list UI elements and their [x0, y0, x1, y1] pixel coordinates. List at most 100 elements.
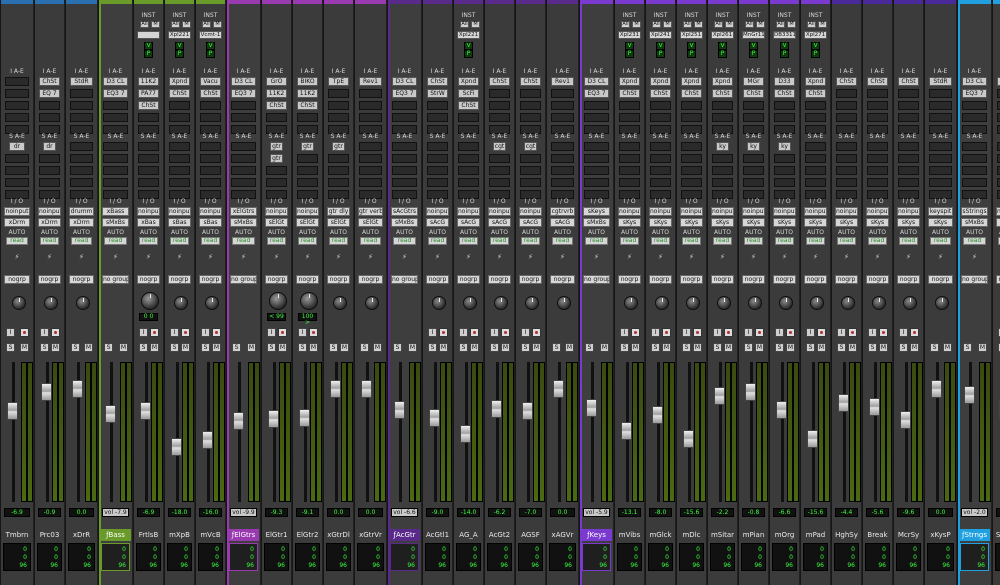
volume-fader[interactable]: [522, 402, 533, 421]
input-selector[interactable]: noinput: [4, 207, 30, 216]
output-selector[interactable]: sKys: [897, 218, 920, 227]
send-slot[interactable]: [427, 154, 448, 163]
insert-slot[interactable]: [489, 113, 510, 122]
volume-readout[interactable]: -8.0: [649, 508, 672, 517]
insert-slot[interactable]: [520, 113, 541, 122]
automation-mode[interactable]: read: [651, 237, 670, 245]
send-slot[interactable]: [898, 154, 919, 163]
record-arm-button[interactable]: [278, 328, 287, 337]
send-slot[interactable]: [551, 142, 574, 151]
velocity-p-button[interactable]: P: [780, 50, 789, 58]
insert-slot[interactable]: [520, 101, 541, 110]
automation-mode[interactable]: read: [713, 237, 732, 245]
input-selector[interactable]: noinput: [199, 207, 222, 216]
send-slot[interactable]: [836, 142, 857, 151]
volume-fader[interactable]: [140, 402, 151, 421]
input-selector[interactable]: noinput: [680, 207, 703, 216]
record-arm-button[interactable]: [309, 328, 318, 337]
pan-knob[interactable]: [717, 296, 731, 310]
velocity-p-button[interactable]: P: [718, 50, 727, 58]
group-selector[interactable]: nogrp: [711, 275, 734, 284]
volume-readout[interactable]: vol -7.9: [102, 508, 129, 517]
track-name[interactable]: AG_A: [455, 529, 482, 541]
insert-slot[interactable]: [70, 113, 93, 122]
volume-fader[interactable]: [714, 387, 725, 406]
record-arm-button[interactable]: [631, 328, 640, 337]
pan-knob[interactable]: [333, 296, 347, 310]
volume-fader[interactable]: [964, 386, 975, 405]
midi-all-button[interactable]: All: [652, 21, 661, 28]
insert-slot[interactable]: D3 CL: [584, 77, 609, 86]
group-selector[interactable]: no group: [391, 275, 418, 284]
input-selector[interactable]: noinput: [168, 207, 191, 216]
insert-slot[interactable]: [5, 77, 29, 86]
insert-slot[interactable]: StdR: [929, 77, 952, 86]
send-slot[interactable]: [867, 154, 888, 163]
insert-slot[interactable]: ChSt: [867, 77, 888, 86]
mute-button[interactable]: M: [84, 343, 93, 352]
insert-slot[interactable]: StrW: [427, 89, 448, 98]
automation-mode[interactable]: read: [930, 237, 951, 245]
input-monitor-button[interactable]: I: [837, 328, 846, 337]
input-monitor-button[interactable]: I: [713, 328, 722, 337]
mute-button[interactable]: M: [501, 343, 510, 352]
insert-slot[interactable]: [359, 89, 382, 98]
input-monitor-button[interactable]: I: [459, 328, 468, 337]
insert-slot[interactable]: [584, 101, 609, 110]
pan-knob[interactable]: [300, 292, 318, 310]
volume-fader[interactable]: [900, 410, 911, 429]
automation-mode[interactable]: read: [459, 237, 478, 245]
volume-readout[interactable]: -7.0: [519, 508, 542, 517]
send-slot[interactable]: [231, 166, 256, 175]
input-monitor-button[interactable]: I: [775, 328, 784, 337]
automation-mode[interactable]: read: [585, 237, 608, 245]
output-selector[interactable]: sBas: [168, 218, 191, 227]
send-slot[interactable]: [520, 154, 541, 163]
volume-readout[interactable]: -6.9: [4, 508, 30, 517]
volume-fader[interactable]: [233, 411, 244, 430]
insert-slot[interactable]: ChSt: [200, 89, 221, 98]
input-monitor-button[interactable]: I: [139, 328, 148, 337]
send-slot[interactable]: [867, 178, 888, 187]
automation-mode[interactable]: read: [806, 237, 825, 245]
solo-button[interactable]: S: [868, 343, 877, 352]
track-name[interactable]: Break: [864, 529, 891, 541]
group-selector[interactable]: nogrp: [835, 275, 858, 284]
automation-mode[interactable]: read: [104, 237, 127, 245]
send-slot[interactable]: [169, 154, 190, 163]
send-slot[interactable]: [489, 166, 510, 175]
mute-button[interactable]: M: [786, 343, 795, 352]
send-slot[interactable]: [70, 178, 93, 187]
mute-button[interactable]: M: [631, 343, 640, 352]
volume-fader[interactable]: [869, 397, 880, 416]
group-selector[interactable]: nogrp: [488, 275, 511, 284]
send-slot[interactable]: [584, 166, 609, 175]
track-name[interactable]: Strng1: [994, 529, 1000, 541]
output-selector[interactable]: sElGt: [265, 218, 288, 227]
mute-button[interactable]: M: [662, 343, 671, 352]
volume-fader[interactable]: [171, 437, 182, 456]
insert-slot[interactable]: EQ 7: [39, 89, 60, 98]
solo-button[interactable]: S: [459, 343, 468, 352]
insert-slot[interactable]: [138, 113, 159, 122]
automation-mode[interactable]: read: [393, 237, 416, 245]
volume-readout[interactable]: -0.9: [38, 508, 61, 517]
instrument-name[interactable]: Xpl271: [804, 31, 827, 39]
volume-fader[interactable]: [553, 380, 564, 398]
solo-button[interactable]: S: [899, 343, 908, 352]
send-slot[interactable]: [551, 178, 574, 187]
send-slot[interactable]: [774, 178, 795, 187]
insert-slot[interactable]: EQ3 7: [584, 89, 609, 98]
input-selector[interactable]: noinput: [296, 207, 319, 216]
insert-slot[interactable]: BIKO: [297, 77, 318, 86]
volume-readout[interactable]: 0.0: [358, 508, 383, 517]
send-slot[interactable]: [70, 166, 93, 175]
track-name[interactable]: FrtlsB: [135, 529, 162, 541]
send-slot[interactable]: [200, 142, 221, 151]
output-selector[interactable]: xDrm: [4, 218, 30, 227]
input-monitor-button[interactable]: I: [298, 328, 307, 337]
group-selector[interactable]: nogrp: [69, 275, 94, 284]
insert-slot[interactable]: ChSt: [774, 89, 795, 98]
solo-button[interactable]: S: [139, 343, 148, 352]
input-selector[interactable]: noinput: [742, 207, 765, 216]
